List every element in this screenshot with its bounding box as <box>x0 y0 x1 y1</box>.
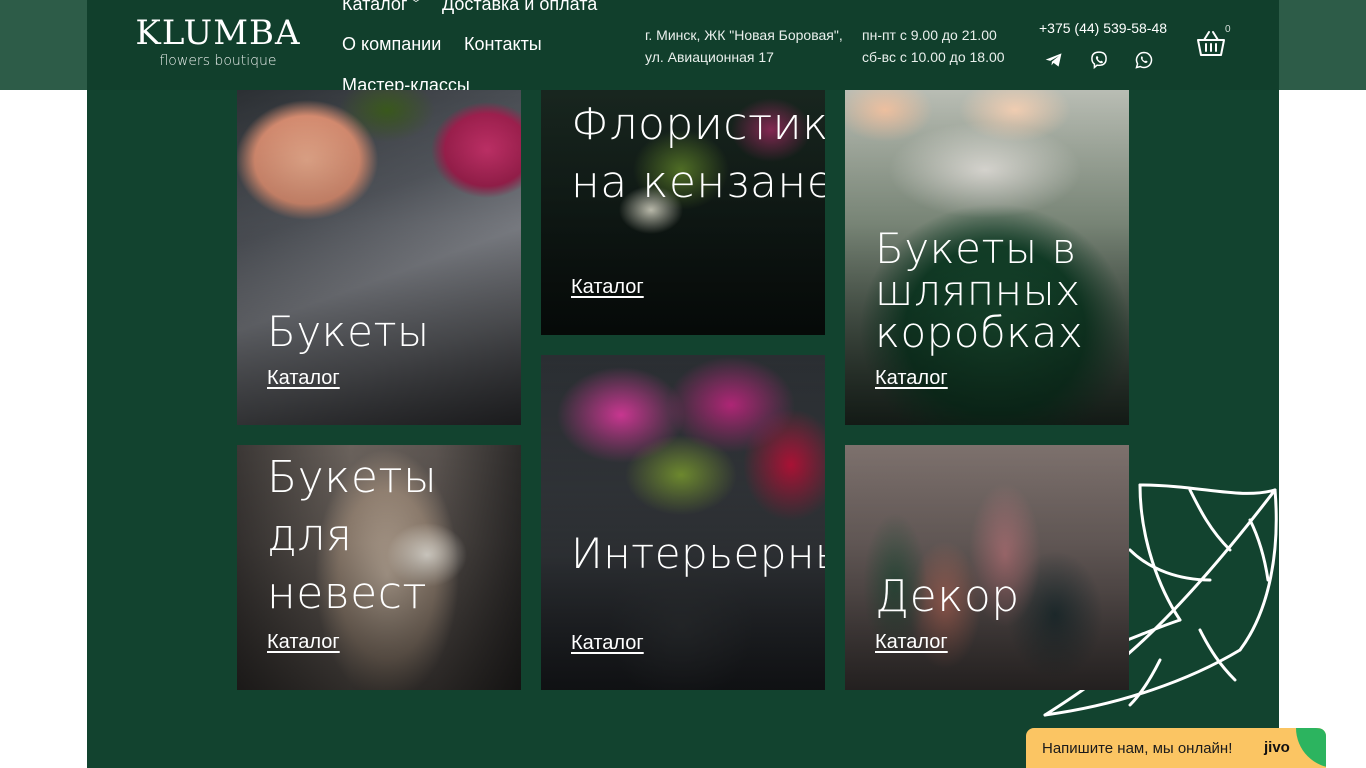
hours-weekdays: пн-пт с 9.00 до 21.00 <box>862 27 997 43</box>
viber-icon[interactable] <box>1087 48 1111 72</box>
logo-tagline: flowers boutique <box>159 53 277 69</box>
nav-item-catalog[interactable]: Каталог ﹀ <box>342 0 421 15</box>
address-line-2: ул. Авиационная 17 <box>645 49 774 65</box>
category-title: Букеты для невест <box>267 452 438 619</box>
category-card-bouquets[interactable]: Букеты Каталог <box>237 90 521 425</box>
category-title: Флористика на кензане <box>571 99 825 208</box>
nav-item-label: Каталог <box>342 0 408 14</box>
category-card-interior[interactable]: Интерьерные композиции Каталог <box>541 355 825 690</box>
site-logo[interactable]: KLUMBA flowers boutique <box>133 14 303 76</box>
nav-item-delivery[interactable]: Доставка и оплата <box>442 0 597 15</box>
basket-icon[interactable] <box>1195 28 1227 60</box>
hours-weekend: сб-вс с 10.00 до 18.00 <box>862 49 1005 65</box>
logo-wordmark: KLUMBA <box>135 13 301 53</box>
catalog-link[interactable]: Каталог <box>875 367 948 390</box>
nav-item-contacts[interactable]: Контакты <box>464 34 542 55</box>
category-card-brides[interactable]: Букеты для невест Каталог <box>237 445 521 690</box>
telegram-icon[interactable] <box>1042 48 1066 72</box>
category-title: Декор <box>875 571 1020 622</box>
opening-hours: пн-пт с 9.00 до 21.00 сб-вс с 10.00 до 1… <box>862 24 1005 68</box>
catalog-link[interactable]: Каталог <box>875 631 948 654</box>
catalog-link[interactable]: Каталог <box>267 367 340 390</box>
catalog-link[interactable]: Каталог <box>267 631 340 654</box>
phone-link[interactable]: +375 (44) 539-58-48 <box>1039 20 1167 36</box>
catalog-link[interactable]: Каталог <box>571 276 644 299</box>
chat-bubble-icon <box>1296 728 1326 768</box>
category-card-kenzan[interactable]: Флористика на кензане Каталог <box>541 90 825 335</box>
category-title: Букеты <box>267 307 430 356</box>
catalog-link[interactable]: Каталог <box>571 632 644 655</box>
store-address: г. Минск, ЖК "Новая Боровая", ул. Авиаци… <box>645 24 843 68</box>
category-card-hatbox[interactable]: Букеты в шляпных коробках Каталог <box>845 90 1129 425</box>
chevron-down-icon: ﹀ <box>410 0 422 10</box>
nav-item-about[interactable]: О компании <box>342 34 441 55</box>
category-title: Интерьерные композиции <box>571 529 825 578</box>
chat-widget[interactable]: Напишите нам, мы онлайн! jivo <box>1026 728 1326 768</box>
jivo-logo: jivo <box>1264 739 1290 756</box>
category-title: Букеты в шляпных коробках <box>875 224 1084 357</box>
chat-prompt: Напишите нам, мы онлайн! <box>1042 740 1233 757</box>
category-card-decor[interactable]: Декор Каталог <box>845 445 1129 690</box>
whatsapp-icon[interactable] <box>1132 48 1156 72</box>
address-line-1: г. Минск, ЖК "Новая Боровая", <box>645 27 843 43</box>
cart-count-badge: 0 <box>1225 24 1231 35</box>
